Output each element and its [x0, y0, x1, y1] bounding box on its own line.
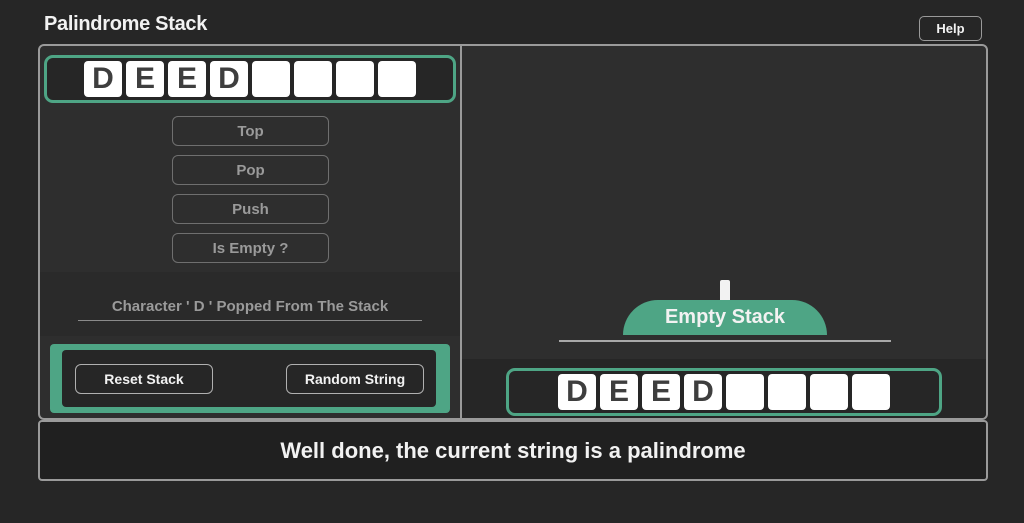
string-cell: D	[558, 374, 596, 410]
help-button[interactable]: Help	[919, 16, 982, 41]
stack-operations: Top Pop Push Is Empty ?	[172, 116, 329, 272]
app-title: Palindrome Stack	[44, 13, 208, 35]
pop-button[interactable]: Pop	[172, 155, 329, 185]
stack-peg	[720, 280, 730, 302]
string-cell	[378, 61, 416, 97]
top-button[interactable]: Top	[172, 116, 329, 146]
string-cell: D	[84, 61, 122, 97]
result-message: Well done, the current string is a palin…	[38, 420, 988, 481]
string-cell	[726, 374, 764, 410]
main-panel: D E E D Top Pop Push Is Empty ? Characte…	[38, 44, 988, 420]
push-button[interactable]: Push	[172, 194, 329, 224]
output-string-display: D E E D	[506, 368, 942, 416]
action-bar: Reset Stack Random String	[50, 344, 450, 413]
status-underline	[78, 320, 422, 321]
stack-baseline	[559, 340, 891, 342]
string-cell: E	[600, 374, 638, 410]
string-cell: E	[126, 61, 164, 97]
status-area: Character ' D ' Popped From The Stack	[40, 272, 460, 336]
string-cell	[768, 374, 806, 410]
string-cell: E	[168, 61, 206, 97]
action-bar-inner: Reset Stack Random String	[62, 350, 436, 407]
string-cell: E	[642, 374, 680, 410]
is-empty-button[interactable]: Is Empty ?	[172, 233, 329, 263]
string-cell	[852, 374, 890, 410]
stack-base: Empty Stack	[623, 300, 827, 335]
reset-stack-button[interactable]: Reset Stack	[75, 364, 213, 394]
string-cell	[810, 374, 848, 410]
input-string-display: D E E D	[44, 55, 456, 103]
status-message: Character ' D ' Popped From The Stack	[111, 298, 389, 315]
string-cell	[294, 61, 332, 97]
string-cell: D	[684, 374, 722, 410]
string-cell: D	[210, 61, 248, 97]
string-cell	[336, 61, 374, 97]
string-cell	[252, 61, 290, 97]
controls-panel: D E E D Top Pop Push Is Empty ? Characte…	[40, 46, 460, 418]
output-area: D E E D	[462, 359, 986, 418]
visualization-panel: Empty Stack D E E D	[462, 46, 986, 418]
random-string-button[interactable]: Random String	[286, 364, 424, 394]
